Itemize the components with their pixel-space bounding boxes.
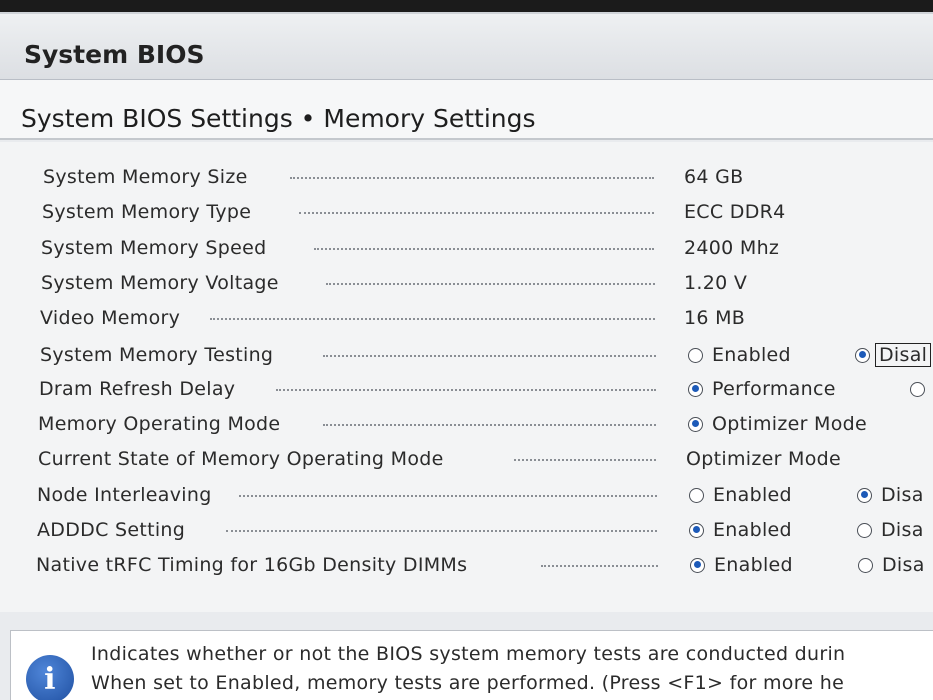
setting-label: ADDDC Setting	[37, 519, 186, 541]
setting-label: System Memory Type	[42, 201, 252, 223]
radio-button-selected-icon[interactable]	[855, 347, 870, 363]
dotted-leader	[210, 318, 655, 320]
dotted-leader	[276, 389, 656, 391]
setting-label: System Memory Testing	[40, 344, 274, 366]
option-label: Disa	[882, 554, 925, 576]
setting-label: System Memory Size	[43, 166, 248, 188]
setting-value: ECC DDR4	[684, 201, 786, 223]
setting-value: 2400 Mhz	[684, 237, 780, 259]
help-panel: i Indicates whether or not the BIOS syst…	[10, 630, 933, 700]
radio-option-disabled[interactable]: Disa	[857, 484, 924, 506]
setting-row-native-trfc-timing[interactable]: Native tRFC Timing for 16Gb Density DIMM…	[0, 548, 933, 582]
setting-label: Native tRFC Timing for 16Gb Density DIMM…	[36, 554, 468, 576]
option-label: Disa	[881, 519, 924, 541]
dotted-leader	[239, 495, 657, 497]
radio-button-selected-icon[interactable]	[690, 557, 705, 573]
setting-value: 16 MB	[684, 307, 746, 329]
radio-option-disabled[interactable]: Disal	[855, 343, 932, 367]
option-label: Disa	[881, 484, 924, 506]
radio-option-disabled[interactable]: Disa	[857, 519, 924, 541]
setting-value: 1.20 V	[684, 272, 748, 294]
radio-option-enabled[interactable]: Enabled	[688, 344, 791, 366]
dotted-leader	[226, 530, 657, 532]
option-label-focused: Disal	[875, 343, 932, 367]
radio-button-icon[interactable]	[857, 522, 872, 538]
radio-option-second[interactable]	[910, 381, 933, 397]
dotted-leader	[323, 424, 656, 426]
setting-value: 64 GB	[684, 166, 744, 188]
option-label: Performance	[712, 378, 836, 400]
setting-row-system-memory-voltage: System Memory Voltage 1.20 V	[0, 266, 933, 300]
setting-label: Node Interleaving	[37, 484, 212, 506]
setting-row-dram-refresh-delay[interactable]: Dram Refresh Delay Performance	[0, 372, 933, 406]
radio-option-enabled[interactable]: Enabled	[690, 554, 793, 576]
info-icon: i	[26, 655, 74, 700]
option-label: Enabled	[712, 344, 791, 366]
bios-screen: System BIOS System BIOS Settings • Memor…	[0, 12, 933, 700]
dotted-leader	[541, 565, 658, 567]
setting-row-system-memory-type: System Memory Type ECC DDR4	[0, 195, 933, 229]
dotted-leader	[314, 248, 654, 250]
setting-label: System Memory Speed	[41, 237, 267, 259]
dotted-leader	[323, 355, 656, 357]
radio-button-selected-icon[interactable]	[688, 381, 703, 397]
radio-button-selected-icon[interactable]	[688, 416, 703, 432]
dotted-leader	[514, 459, 656, 461]
radio-option-enabled[interactable]: Enabled	[689, 519, 792, 541]
setting-label: Dram Refresh Delay	[39, 378, 236, 400]
help-text-line-1: Indicates whether or not the BIOS system…	[91, 643, 846, 665]
page-subtitle: System BIOS Settings • Memory Settings	[0, 80, 933, 140]
option-label: Enabled	[713, 484, 792, 506]
setting-label: Current State of Memory Operating Mode	[38, 448, 444, 470]
setting-row-system-memory-testing[interactable]: System Memory Testing Enabled Disal	[0, 338, 933, 372]
help-text-line-2: When set to Enabled, memory tests are pe…	[91, 672, 845, 694]
settings-list: System Memory Size 64 GB System Memory T…	[0, 142, 933, 612]
setting-row-video-memory: Video Memory 16 MB	[0, 301, 933, 335]
radio-button-selected-icon[interactable]	[857, 487, 872, 503]
dotted-leader	[299, 212, 654, 214]
window-title: System BIOS	[0, 14, 933, 80]
option-label: Enabled	[714, 554, 793, 576]
setting-row-system-memory-size: System Memory Size 64 GB	[0, 160, 933, 194]
radio-button-icon[interactable]	[910, 381, 925, 397]
radio-option-disabled[interactable]: Disa	[858, 554, 925, 576]
radio-option-optimizer-mode[interactable]: Optimizer Mode	[688, 413, 867, 435]
radio-button-selected-icon[interactable]	[689, 522, 704, 538]
option-label: Enabled	[713, 519, 792, 541]
setting-row-node-interleaving[interactable]: Node Interleaving Enabled Disa	[0, 478, 933, 512]
setting-row-memory-operating-mode[interactable]: Memory Operating Mode Optimizer Mode	[0, 407, 933, 441]
setting-row-adddc-setting[interactable]: ADDDC Setting Enabled Disa	[0, 513, 933, 547]
radio-button-icon[interactable]	[688, 347, 703, 363]
setting-label: Memory Operating Mode	[38, 413, 281, 435]
setting-row-system-memory-speed: System Memory Speed 2400 Mhz	[0, 231, 933, 265]
radio-option-enabled[interactable]: Enabled	[689, 484, 792, 506]
dotted-leader	[326, 283, 655, 285]
radio-button-icon[interactable]	[689, 487, 704, 503]
setting-label: Video Memory	[40, 307, 181, 329]
setting-label: System Memory Voltage	[41, 272, 279, 294]
radio-button-icon[interactable]	[858, 557, 873, 573]
option-label: Optimizer Mode	[712, 413, 868, 435]
radio-option-performance[interactable]: Performance	[688, 378, 836, 400]
setting-value: Optimizer Mode	[686, 448, 842, 470]
setting-row-current-state-memory-mode: Current State of Memory Operating Mode O…	[0, 442, 933, 476]
dotted-leader	[290, 177, 654, 179]
